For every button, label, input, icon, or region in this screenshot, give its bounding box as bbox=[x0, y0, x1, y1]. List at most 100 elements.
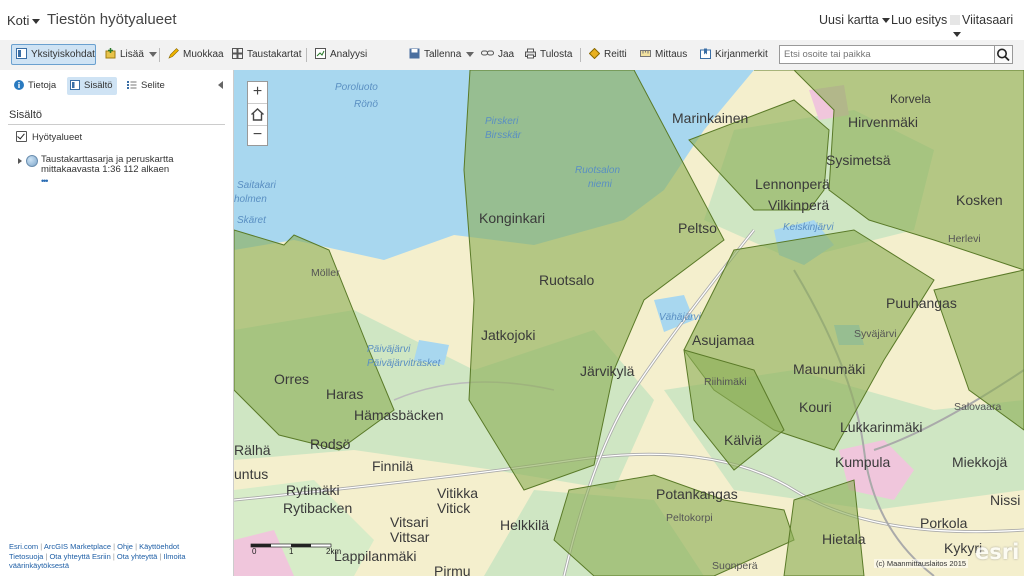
tab-legend[interactable]: Selite bbox=[124, 77, 169, 95]
map-label: Kälviä bbox=[724, 432, 763, 448]
layer-visibility-checkbox[interactable] bbox=[16, 131, 27, 142]
footer-link-terms[interactable]: Käyttöehdot bbox=[139, 542, 179, 551]
map-label: Helkkilä bbox=[500, 517, 550, 533]
info-icon bbox=[14, 80, 24, 90]
map-label: Pirskeri bbox=[485, 116, 519, 127]
bookmarks-label: Kirjanmerkit bbox=[715, 49, 768, 60]
basemap-label: Taustakartat bbox=[247, 49, 302, 60]
map-label: Maunumäki bbox=[793, 361, 866, 377]
map-view[interactable]: Poroluoto Rönö Pirskeri Birsskär Ruotsal… bbox=[234, 70, 1024, 576]
tab-about-label: Tietoja bbox=[28, 80, 57, 91]
footer-link-marketplace[interactable]: ArcGIS Marketplace bbox=[44, 542, 111, 551]
map-label: Poroluoto bbox=[335, 82, 378, 93]
map-label: Potankangas bbox=[656, 486, 738, 502]
map-label: Marinkainen bbox=[672, 110, 749, 126]
share-button[interactable]: Jaa bbox=[477, 44, 518, 65]
map-label: Vitikka bbox=[437, 485, 478, 501]
map-label: Nissi bbox=[990, 492, 1021, 508]
page-title: Tiestön hyötyalueet bbox=[47, 11, 177, 28]
map-label: Jatkojoki bbox=[481, 327, 536, 343]
toolbar-divider bbox=[580, 48, 581, 62]
zoom-in-button[interactable]: + bbox=[248, 82, 267, 104]
map-label: Konginkari bbox=[479, 210, 546, 226]
map-label: Ruotsalo bbox=[539, 272, 595, 288]
scale-label: 0 bbox=[252, 547, 257, 556]
map-label: Kouri bbox=[799, 399, 832, 415]
basemap-button[interactable]: Taustakartat bbox=[228, 44, 305, 65]
details-label: Yksityiskohdat bbox=[31, 49, 95, 60]
map-label: Sysimetsä bbox=[826, 152, 891, 168]
footer-link-contact-esri[interactable]: Ota yhteyttä Esriin bbox=[49, 552, 110, 561]
footer-link-contact[interactable]: Ota yhteyttä bbox=[117, 552, 157, 561]
search-button[interactable] bbox=[995, 45, 1013, 64]
footer-link-esri[interactable]: Esri.com bbox=[9, 542, 38, 551]
edit-label: Muokkaa bbox=[183, 49, 224, 60]
add-icon bbox=[105, 48, 116, 59]
bookmarks-button[interactable]: Kirjanmerkit bbox=[696, 44, 772, 65]
footer-link-report-2[interactable]: väärinkäytöksestä bbox=[9, 561, 69, 570]
map-label: Puuhangas bbox=[886, 295, 957, 311]
map-label: Skäret bbox=[237, 215, 266, 226]
map-label: untus bbox=[234, 466, 269, 482]
tab-legend-label: Selite bbox=[141, 80, 165, 91]
chevron-down-icon bbox=[466, 51, 475, 57]
directions-button[interactable]: Reitti bbox=[585, 44, 631, 65]
divider bbox=[8, 124, 225, 125]
analysis-button[interactable]: Analyysi bbox=[311, 44, 371, 65]
add-label: Lisää bbox=[120, 49, 144, 60]
print-button[interactable]: Tulosta bbox=[521, 44, 576, 65]
new-map-menu[interactable]: Uusi kartta bbox=[819, 13, 890, 27]
directions-label: Reitti bbox=[604, 49, 627, 60]
map-label: Korvela bbox=[890, 92, 931, 106]
search-input[interactable] bbox=[779, 45, 995, 64]
analysis-icon bbox=[315, 48, 326, 59]
map-label: Vilkinperä bbox=[768, 197, 830, 213]
zoom-out-button[interactable]: − bbox=[248, 125, 267, 146]
basemap-line-2: mittakaavasta 1:36 112 alkaen bbox=[41, 164, 170, 175]
collapse-panel-icon[interactable] bbox=[218, 81, 223, 89]
map-label: Suonperä bbox=[712, 560, 758, 572]
bookmark-icon bbox=[700, 48, 711, 59]
legend-icon bbox=[127, 81, 137, 89]
chevron-down-icon bbox=[148, 51, 157, 57]
new-map-label: Uusi kartta bbox=[819, 13, 879, 27]
analysis-label: Analyysi bbox=[330, 49, 368, 60]
print-label: Tulosta bbox=[540, 49, 573, 60]
footer-link-help[interactable]: Ohje bbox=[117, 542, 133, 551]
add-button[interactable]: Lisää bbox=[101, 44, 161, 65]
footer-link-privacy[interactable]: Tietosuoja bbox=[9, 552, 43, 561]
more-options-icon[interactable]: ••• bbox=[41, 176, 49, 186]
edit-button[interactable]: Muokkaa bbox=[164, 44, 228, 65]
pencil-icon bbox=[168, 48, 179, 59]
home-extent-button[interactable] bbox=[248, 104, 267, 126]
panel-tabs: Tietoja Sisältö Selite bbox=[0, 70, 233, 102]
toolbar-divider bbox=[306, 48, 307, 62]
details-button[interactable]: Yksityiskohdat bbox=[11, 44, 96, 65]
basemap-grid-icon bbox=[232, 48, 243, 59]
user-menu[interactable]: Viitasaari bbox=[950, 13, 1024, 41]
measure-button[interactable]: Mittaus bbox=[636, 44, 691, 65]
esri-logo: esri bbox=[975, 540, 1020, 564]
home-menu[interactable]: Koti bbox=[7, 13, 41, 28]
avatar bbox=[950, 15, 960, 25]
tab-content[interactable]: Sisältö bbox=[67, 77, 117, 95]
map-label: Haras bbox=[326, 386, 364, 402]
ruler-icon bbox=[640, 50, 651, 57]
tab-about[interactable]: Tietoja bbox=[11, 77, 60, 95]
save-button[interactable]: Tallenna bbox=[405, 44, 478, 65]
map-label: Syväjärvi bbox=[854, 328, 897, 340]
home-label: Koti bbox=[7, 13, 30, 28]
basemap-layer-name[interactable]: Taustakarttasarja ja peruskartta mittaka… bbox=[41, 155, 221, 175]
map-label: Hirvenmäki bbox=[848, 114, 919, 130]
footer-link-report[interactable]: Ilmoita bbox=[163, 552, 185, 561]
map-label: Saitakari bbox=[237, 180, 276, 191]
expand-triangle-icon[interactable] bbox=[18, 158, 22, 164]
map-label: Birsskär bbox=[485, 130, 522, 141]
map-label: Rönö bbox=[354, 99, 378, 110]
create-presentation-link[interactable]: Luo esitys bbox=[891, 13, 947, 27]
layer-name[interactable]: Hyötyalueet bbox=[32, 132, 82, 143]
user-name: Viitasaari bbox=[962, 13, 1014, 27]
share-label: Jaa bbox=[498, 49, 515, 60]
map-label: Rytimäki bbox=[286, 482, 340, 498]
map-label: Herlevi bbox=[948, 233, 981, 245]
